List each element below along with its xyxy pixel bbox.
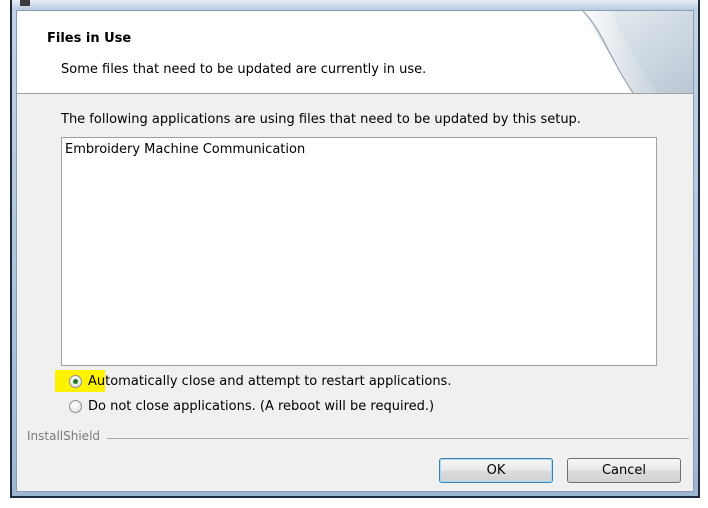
description-text: The following applications are using fil… [61, 112, 581, 127]
header-subtitle: Some files that need to be updated are c… [61, 62, 427, 77]
header-title: Files in Use [47, 31, 132, 46]
applications-listbox[interactable]: Embroidery Machine Communication [61, 137, 657, 366]
screen: Files in Use Some files that need to be … [0, 0, 708, 508]
page-curl-icon [582, 11, 693, 93]
option-auto-close-label: Automatically close and attempt to resta… [88, 373, 452, 389]
list-item[interactable]: Embroidery Machine Communication [65, 142, 305, 157]
radio-do-not-close[interactable] [69, 399, 82, 413]
files-in-use-dialog: Files in Use Some files that need to be … [16, 10, 694, 492]
cancel-button[interactable]: Cancel [567, 458, 681, 483]
radio-auto-close[interactable] [69, 374, 82, 388]
ok-button[interactable]: OK [439, 458, 553, 483]
title-bar[interactable] [10, 0, 700, 10]
option-do-not-close-label: Do not close applications. (A reboot wil… [88, 398, 435, 414]
dialog-header: Files in Use Some files that need to be … [17, 11, 693, 94]
option-do-not-close[interactable]: Do not close applications. (A reboot wil… [69, 397, 434, 415]
app-icon [20, 0, 30, 6]
installshield-label: InstallShield [27, 429, 101, 443]
brand-separator: InstallShield [17, 429, 693, 445]
option-auto-close[interactable]: Automatically close and attempt to resta… [69, 372, 451, 390]
separator-line [107, 438, 689, 439]
